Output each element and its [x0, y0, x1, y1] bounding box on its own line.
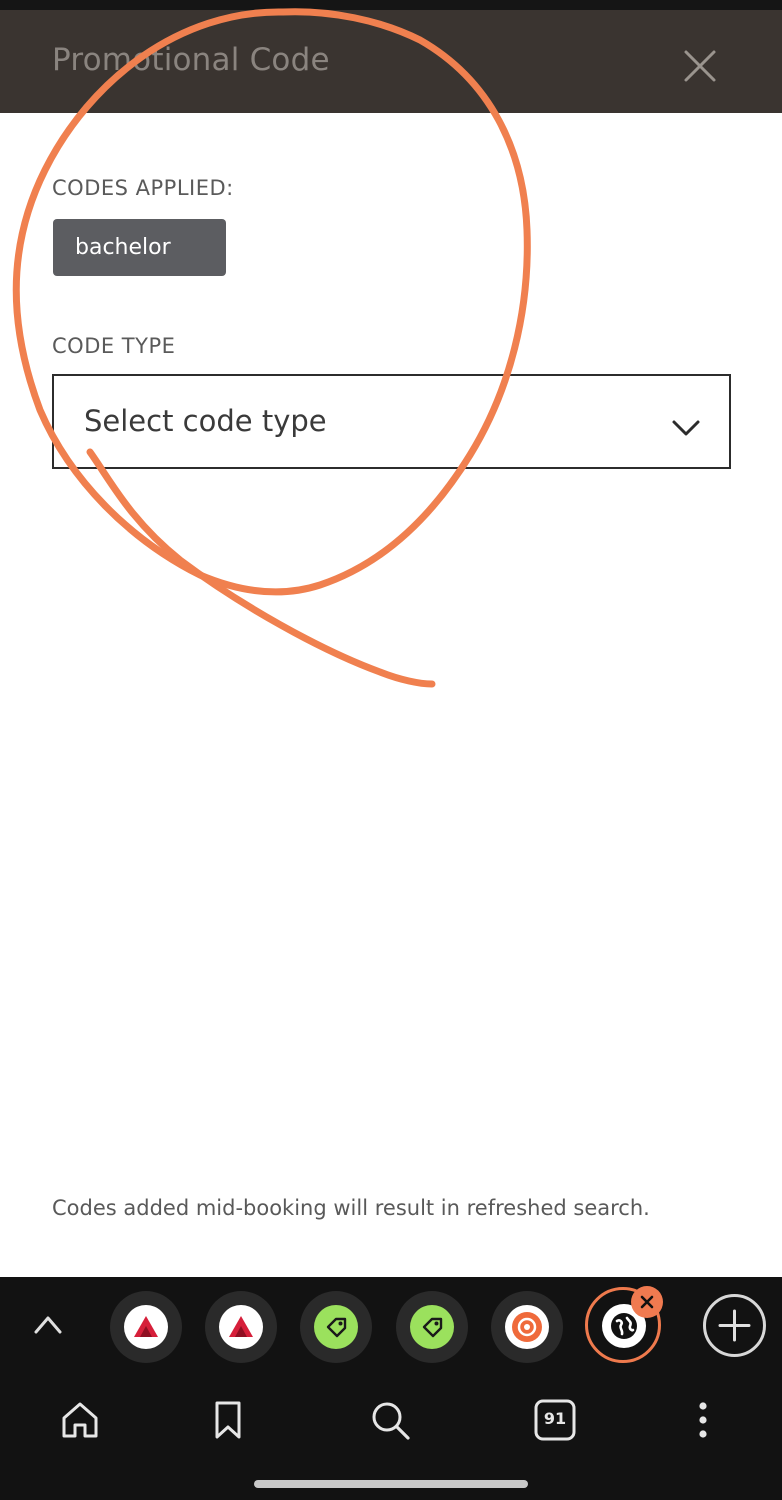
search-icon[interactable]: [368, 1398, 412, 1442]
tabs-count: 91: [543, 1409, 567, 1428]
new-tab-button[interactable]: [703, 1294, 766, 1357]
home-icon[interactable]: [58, 1398, 102, 1442]
code-type-value: Select code type: [84, 404, 327, 438]
footnote-text: Codes added mid-booking will result in r…: [52, 1196, 650, 1220]
dialog-header: Promotional Code: [0, 10, 782, 113]
code-type-label: CODE TYPE: [52, 334, 176, 358]
more-icon[interactable]: [681, 1398, 725, 1442]
applied-code-chip: bachelor: [53, 219, 259, 276]
plus-icon: [718, 1309, 751, 1342]
delta-icon: [219, 1305, 263, 1349]
tab-thumbnail[interactable]: [205, 1291, 277, 1363]
tag-icon: [410, 1305, 454, 1349]
bookmark-icon[interactable]: [206, 1398, 250, 1442]
chip-icon: [505, 1305, 549, 1349]
tab-thumbnail[interactable]: [300, 1291, 372, 1363]
status-bar: [0, 0, 782, 10]
dialog-title: Promotional Code: [52, 42, 330, 78]
remove-code-icon[interactable]: [236, 235, 260, 259]
close-tab-icon[interactable]: [631, 1286, 663, 1318]
delta-icon: [124, 1305, 168, 1349]
chevron-up-icon[interactable]: [32, 1310, 64, 1338]
close-icon[interactable]: [682, 48, 718, 84]
codes-applied-label: CODES APPLIED:: [52, 176, 234, 200]
tab-thumbnail[interactable]: [396, 1291, 468, 1363]
home-indicator: [254, 1480, 528, 1488]
chevron-down-icon: [672, 420, 700, 436]
tab-thumbnail[interactable]: [110, 1291, 182, 1363]
tab-thumbnail[interactable]: [491, 1291, 563, 1363]
tag-icon: [314, 1305, 358, 1349]
tabs-icon[interactable]: 91: [533, 1398, 577, 1442]
applied-code-text: bachelor: [75, 235, 171, 260]
code-type-select[interactable]: Select code type: [52, 374, 731, 469]
